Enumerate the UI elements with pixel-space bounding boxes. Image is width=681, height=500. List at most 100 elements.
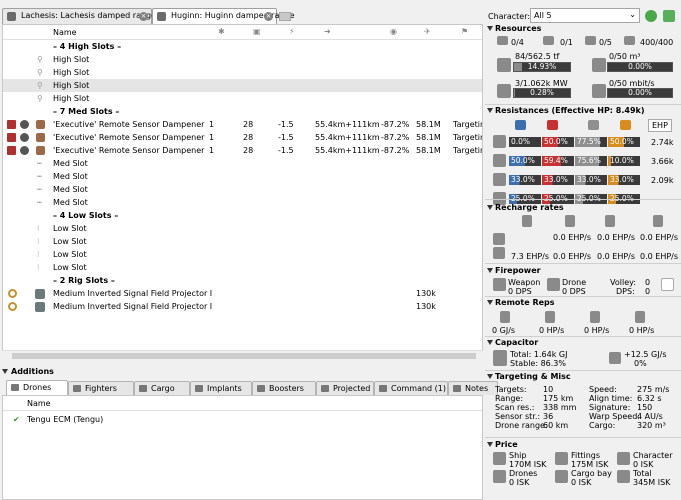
stat-value: 4 AU/s [637, 412, 663, 421]
table-row[interactable]: ⁝ Low Slot [3, 222, 482, 235]
close-icon[interactable]: × [264, 12, 273, 21]
tab-label: Boosters [269, 384, 304, 393]
fit-tab-lachesis[interactable]: Lachesis: Lachesis damped range × [2, 8, 156, 24]
table-row[interactable]: 'Executive' Remote Sensor Dampener 1 28 -1.… [3, 118, 482, 131]
module-state-icon[interactable] [20, 133, 29, 142]
table-row[interactable]: ⁝ Low Slot [3, 235, 482, 248]
horizontal-scrollbar[interactable] [2, 350, 483, 360]
misc-column-icon[interactable]: ⚑ [461, 27, 468, 36]
tab-command[interactable]: Command (1) [374, 381, 448, 395]
stat-label: Align time: [589, 394, 633, 403]
additions-header[interactable]: Additions [2, 367, 483, 379]
list-item[interactable]: Tengu ECM (Tengu) [27, 415, 103, 424]
name-header[interactable]: Name [27, 399, 51, 408]
cell-c3: -1.5 [278, 133, 294, 142]
resistance-bar: 0.0% [509, 137, 541, 147]
scrollbar-thumb[interactable] [12, 353, 476, 359]
remote-reps-section: Remote Reps 0 GJ/s 0 HP/s 0 HP/s 0 HP/s [485, 298, 681, 335]
ship-icon [493, 452, 506, 465]
column-name[interactable]: Name [53, 28, 77, 37]
table-row[interactable]: ┅ Med Slot [3, 170, 482, 183]
overheat-icon[interactable] [7, 146, 16, 155]
stat-label: Sensor str.: [495, 412, 541, 421]
drone-icon [547, 278, 560, 291]
cell-c6: 130k [416, 289, 436, 298]
med-slot-icon: ┅ [37, 185, 42, 194]
tab-drones[interactable]: Drones [6, 380, 68, 396]
table-row[interactable]: 'Executive' Remote Sensor Dampener 1 28 -1.… [3, 144, 482, 157]
table-row[interactable]: ┅ Med Slot [3, 157, 482, 170]
module-state-icon[interactable] [20, 120, 29, 129]
table-header: Name ✱ ▣ ⚡ ➜ ◉ ✈ ⚑ [3, 25, 482, 40]
new-tab-button[interactable] [279, 12, 291, 21]
fit-tab-huginn[interactable]: Huginn: Huginn damped range × [152, 8, 295, 24]
refresh-icon[interactable] [645, 10, 657, 22]
bandwidth-text: 0/50 mbit/s [609, 79, 655, 88]
tab-projected[interactable]: Projected [316, 381, 374, 395]
tab-cargo[interactable]: Cargo [134, 381, 190, 395]
price-header[interactable]: Price [485, 440, 681, 451]
resistance-bar: 10.0% [608, 156, 640, 166]
module-state-icon[interactable] [20, 146, 29, 155]
slot-name: Low Slot [53, 224, 87, 233]
armor-transfer-icon [590, 311, 600, 323]
price-label: Cargo bay [571, 469, 612, 478]
damage-pattern-button[interactable] [661, 278, 674, 291]
rig-name: Medium Inverted Signal Field Projector I [53, 289, 213, 298]
resistances-header[interactable]: Resistances (Effective HP: 8.49k) [485, 106, 681, 117]
table-row[interactable]: ⁝ Low Slot [3, 248, 482, 261]
state-column-icon[interactable]: ✱ [218, 27, 225, 36]
section-title: Remote Reps [495, 298, 555, 307]
capacitor-header[interactable]: Capacitor [485, 338, 681, 349]
import-icon[interactable] [663, 10, 675, 22]
tab-implants[interactable]: Implants [190, 381, 252, 395]
recharge-header[interactable]: Recharge rates [485, 203, 681, 214]
targeting-header[interactable]: Targeting & Misc [485, 372, 681, 383]
table-row[interactable]: Medium Inverted Signal Field Projector I… [3, 300, 482, 313]
launcher-icon [543, 36, 554, 45]
tab-label: Lachesis: Lachesis damped range [21, 11, 157, 20]
drones-icon [493, 470, 506, 483]
tab-fighters[interactable]: Fighters [68, 381, 134, 395]
price-value: 175M ISK [571, 460, 609, 469]
cell-c1: 1 [209, 120, 215, 129]
scan-column-icon[interactable]: ◉ [390, 27, 397, 36]
close-icon[interactable]: × [139, 12, 148, 21]
stat-value: 338 mm [543, 403, 577, 412]
cell-c3: -1.5 [278, 146, 294, 155]
high-slot-icon: ⚲ [37, 55, 43, 64]
table-row[interactable]: ⚲ High Slot [3, 92, 482, 105]
overheat-icon[interactable] [7, 120, 16, 129]
table-row[interactable]: ┅ Med Slot [3, 183, 482, 196]
rig-state-icon[interactable] [8, 289, 17, 298]
tab-label: Drones [23, 383, 52, 392]
capacitor-delta-percent: 0% [634, 359, 647, 368]
tab-icon [321, 385, 329, 392]
shield-booster-icon [522, 215, 532, 227]
range-column-icon[interactable]: ➜ [324, 27, 331, 36]
check-icon[interactable]: ✔ [13, 415, 20, 424]
table-row[interactable]: ⁝ Low Slot [3, 261, 482, 274]
remote-reps-header[interactable]: Remote Reps [485, 298, 681, 309]
resources-header[interactable]: Resources [485, 24, 681, 35]
power-column-icon[interactable]: ⚡ [289, 27, 295, 36]
stat-label: Signature: [589, 403, 631, 412]
slot-name: Low Slot [53, 250, 87, 259]
price-column-icon[interactable]: ✈ [424, 27, 431, 36]
resistance-bar: 33.0% [575, 175, 607, 185]
table-row[interactable]: ⚲ High Slot [3, 66, 482, 79]
table-row[interactable]: ┅ Med Slot [3, 196, 482, 209]
overheat-icon[interactable] [7, 133, 16, 142]
cpu-column-icon[interactable]: ▣ [253, 27, 261, 36]
table-row[interactable]: ⚲ High Slot [3, 79, 482, 92]
table-row[interactable]: ⚲ High Slot [3, 53, 482, 66]
tab-boosters[interactable]: Boosters [252, 381, 316, 395]
ehp-button[interactable]: EHP [648, 119, 672, 132]
tab-label: Fighters [85, 384, 117, 393]
rig-state-icon[interactable] [8, 302, 17, 311]
table-row[interactable]: 'Executive' Remote Sensor Dampener 1 28 -1.… [3, 131, 482, 144]
table-row[interactable]: Medium Inverted Signal Field Projector I… [3, 287, 482, 300]
firepower-header[interactable]: Firepower [485, 266, 681, 277]
character-select[interactable]: All 5 ⌄ [530, 8, 640, 23]
total-icon [617, 470, 630, 483]
